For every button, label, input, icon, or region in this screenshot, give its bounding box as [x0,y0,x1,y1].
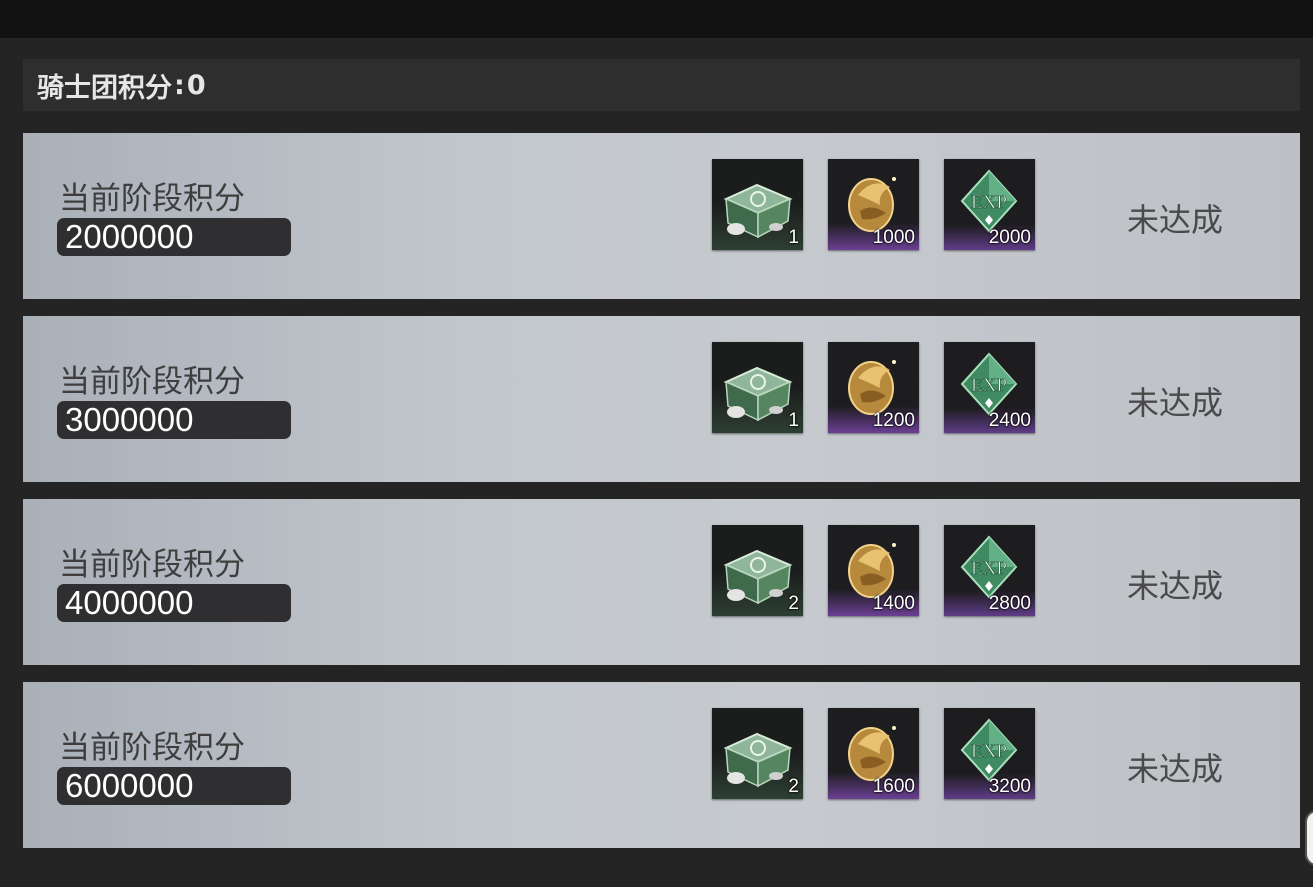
stage-score-label: 当前阶段积分 [59,730,245,766]
reward-count: 1 [788,227,799,248]
svg-text:EXP: EXP [971,192,1007,213]
stage-score-label: 当前阶段积分 [59,181,245,217]
reward-count: 2000 [988,227,1031,248]
stage-list: 当前阶段积分 2000000 1 1000 EXP 2000 未达成 当前阶段积… [23,133,1300,865]
stage-score-label: 当前阶段积分 [59,364,245,400]
reward-exp[interactable]: EXP 2800 [944,525,1035,616]
stage-row: 当前阶段积分 6000000 2 1600 EXP 3200 未达成 [23,682,1300,848]
reward-chest[interactable]: 2 [712,525,803,616]
guild-score-header: 骑士团积分 : 0 [23,59,1300,111]
reward-chest[interactable]: 1 [712,342,803,433]
reward-count: 1000 [872,227,915,248]
svg-text:EXP: EXP [971,375,1007,396]
stage-row: 当前阶段积分 4000000 2 1400 EXP 2800 未达成 [23,499,1300,665]
reward-coin[interactable]: 1600 [828,708,919,799]
reward-count: 2 [788,776,799,797]
reward-count: 2400 [988,410,1031,431]
reward-count: 2800 [988,593,1031,614]
stage-score-value: 3000000 [57,401,291,439]
reward-count: 1 [788,410,799,431]
guild-score-separator: : [174,69,185,101]
reward-count: 3200 [988,776,1031,797]
reward-coin[interactable]: 1400 [828,525,919,616]
stage-score-label: 当前阶段积分 [59,547,245,583]
stage-score-value: 2000000 [57,218,291,256]
top-bar [0,0,1313,38]
reward-coin[interactable]: 1200 [828,342,919,433]
reward-count: 1200 [872,410,915,431]
reward-exp[interactable]: EXP 3200 [944,708,1035,799]
reward-exp[interactable]: EXP 2400 [944,342,1035,433]
stage-row: 当前阶段积分 3000000 1 1200 EXP 2400 未达成 [23,316,1300,482]
svg-text:EXP: EXP [971,558,1007,579]
guild-score-label: 骑士团积分 [37,72,172,104]
stage-score-value: 4000000 [57,584,291,622]
stage-status: 未达成 [1127,567,1224,605]
stage-score-value: 6000000 [57,767,291,805]
floating-button[interactable] [1305,810,1313,866]
reward-count: 1400 [872,593,915,614]
reward-count: 1600 [872,776,915,797]
reward-coin[interactable]: 1000 [828,159,919,250]
reward-exp[interactable]: EXP 2000 [944,159,1035,250]
svg-text:EXP: EXP [971,741,1007,762]
guild-score-value: 0 [186,69,206,101]
stage-status: 未达成 [1127,384,1224,422]
reward-chest[interactable]: 1 [712,159,803,250]
stage-row: 当前阶段积分 2000000 1 1000 EXP 2000 未达成 [23,133,1300,299]
reward-count: 2 [788,593,799,614]
stage-status: 未达成 [1127,750,1224,788]
reward-chest[interactable]: 2 [712,708,803,799]
stage-status: 未达成 [1127,201,1224,239]
